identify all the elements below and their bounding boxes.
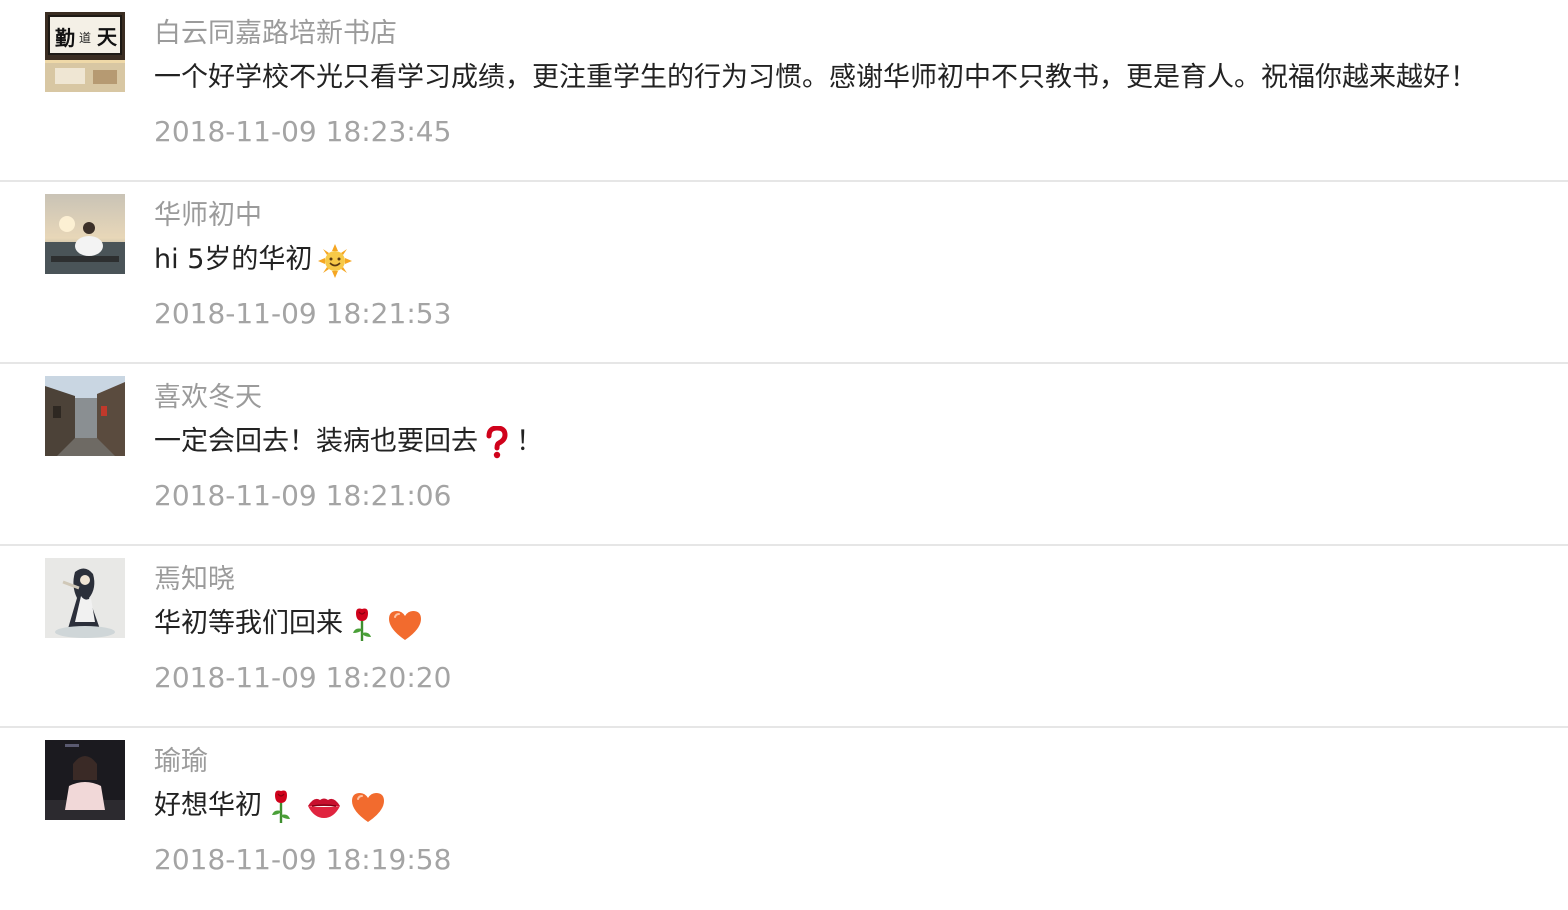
comment-timestamp: 2018-11-09 18:21:53 [154,297,452,330]
question-mark-emoji [484,425,510,460]
illustrated-character-avatar[interactable] [45,558,125,638]
comment-item: 勤 道 天 白云同嘉路培新书店 一个好学校不光只看学习成绩，更注重学生的行为习惯… [0,0,1568,182]
comment-nickname[interactable]: 白云同嘉路培新书店 [154,14,397,54]
comment-item: 瑜瑜 好想华初 2018-11-09 18:19:58 [0,728,1568,910]
comment-text: 一个好学校不光只看学习成绩，更注重学生的行为习惯。感谢华师初中不只教书，更是育人… [154,62,1477,93]
comment-timestamp: 2018-11-09 18:19:58 [154,843,452,876]
heart-emoji [350,791,386,823]
svg-text:勤: 勤 [55,26,75,50]
comment-nickname[interactable]: 华师初中 [154,196,262,236]
comment-list: 勤 道 天 白云同嘉路培新书店 一个好学校不光只看学习成绩，更注重学生的行为习惯… [0,0,1568,892]
comment-text: 华初等我们回来 [154,608,343,639]
heart-emoji [387,609,423,641]
comment-timestamp: 2018-11-09 18:20:20 [154,661,452,694]
comment-nickname[interactable]: 焉知晓 [154,560,235,600]
comment-timestamp: 2018-11-09 18:23:45 [154,115,452,148]
comment-timestamp: 2018-11-09 18:21:06 [154,479,452,512]
comment-text: 好想华初 [154,790,262,821]
comment-text-suffix: ！ [516,426,543,457]
comment-item: 华师初中 hi 5岁的华初 2018-11-09 18:21:53 [0,182,1568,364]
comment-content: 一定会回去！装病也要回去 ！ [154,421,543,463]
comment-text: hi 5岁的华初 [154,244,313,275]
rose-emoji [349,607,375,643]
comment-item: 喜欢冬天 一定会回去！装病也要回去 ！ 2018-11-09 18:21:06 [0,364,1568,546]
night-portrait-avatar[interactable] [45,740,125,820]
comment-item: 焉知晓 华初等我们回来 2018-11-09 18:20:20 [0,546,1568,728]
lips-emoji [306,794,342,820]
comment-text: 一定会回去！装病也要回去 [154,426,478,457]
comment-content: 华初等我们回来 [154,603,423,645]
comment-content: hi 5岁的华初 [154,239,353,281]
old-street-avatar[interactable] [45,376,125,456]
comment-nickname[interactable]: 瑜瑜 [154,742,208,782]
comment-nickname[interactable]: 喜欢冬天 [154,378,262,418]
calligraphy-avatar[interactable]: 勤 道 天 [45,12,125,92]
sun-emoji [318,243,353,278]
rose-emoji [268,789,294,825]
svg-text:天: 天 [97,25,118,49]
sunset-portrait-avatar[interactable] [45,194,125,274]
comment-content: 好想华初 [154,785,386,827]
svg-text:道: 道 [79,31,91,45]
comment-content: 一个好学校不光只看学习成绩，更注重学生的行为习惯。感谢华师初中不只教书，更是育人… [154,57,1477,99]
